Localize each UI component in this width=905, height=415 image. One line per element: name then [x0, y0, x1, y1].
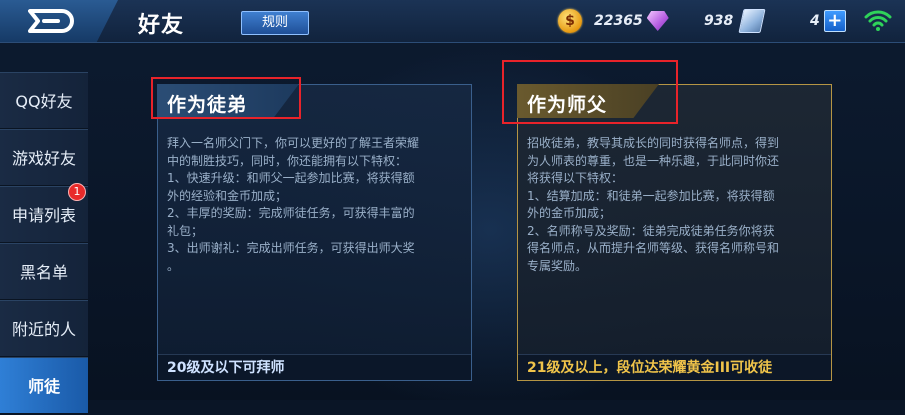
description-line: 为人师表的尊重，也是一种乐趣，于此同时你还 — [527, 153, 780, 168]
diamond-display: 938 — [704, 9, 766, 33]
sidebar-item-game-friends[interactable]: 游戏好友 — [0, 129, 88, 186]
gold-display: $ 22365 — [558, 9, 669, 33]
sidebar-item-label: 师徒 — [27, 377, 60, 396]
card-requirement: 20级及以下可拜师 — [158, 354, 471, 380]
back-button[interactable] — [0, 0, 118, 42]
description-line: 中的制胜技巧，同时，你还能拥有以下特权： — [167, 153, 408, 168]
card-description: 招收徒弟，教导其成长的同时获得名师点，得到 为人师表的尊重，也是一种乐趣，于此同… — [527, 135, 827, 275]
description-line: 1、快速升级：和师父一起参加比赛，将获得额 — [167, 171, 415, 185]
description-line: 得名师点，从而提升名师等级、获得名师称号和 — [527, 241, 780, 255]
sidebar: QQ好友 游戏好友 申请列表 1 黑名单 附近的人 师徒 — [0, 72, 88, 414]
diamond-icon — [646, 11, 669, 31]
diamond-amount: 938 — [704, 13, 734, 29]
description-line: 2、丰厚的奖励：完成师徒任务，可获得丰富的 — [167, 206, 415, 220]
apprentice-card[interactable]: 作为徒弟 拜入一名师父门下，你可以更好的了解王者荣耀 中的制胜技巧，同时，你还能… — [157, 84, 472, 381]
ticket-amount: 4 — [810, 13, 820, 29]
description-line: 外的金币加成； — [527, 206, 612, 220]
page-title: 好友 — [138, 13, 185, 38]
sidebar-item-label: 黑名单 — [19, 263, 68, 282]
description-line: 外的经验和金币加成； — [167, 188, 288, 203]
ticket-icon — [738, 9, 766, 33]
description-line: 2、名师称号及奖励：徒弟完成徒弟任务你将获 — [527, 223, 775, 238]
description-line: 拜入一名师父门下，你可以更好的了解王者荣耀 — [167, 136, 420, 150]
gold-amount: 22365 — [594, 13, 643, 29]
sidebar-item-label: 申请列表 — [11, 206, 76, 225]
description-line: 。 — [167, 258, 180, 273]
card-requirement: 21级及以上，段位达荣耀黄金III可收徒 — [518, 354, 831, 380]
ticket-display: 4 + — [810, 10, 846, 32]
sidebar-item-mentorship[interactable]: 师徒 — [0, 357, 88, 414]
plus-icon[interactable]: + — [823, 10, 846, 32]
description-line: 1、结算加成：和徒弟一起参加比赛，将获得额 — [527, 188, 775, 203]
sidebar-item-label: 附近的人 — [11, 320, 76, 339]
highlight-box-apprentice — [151, 77, 301, 119]
description-line: 招收徒弟，教导其成长的同时获得名师点，得到 — [527, 136, 780, 150]
rules-button[interactable]: 规则 — [241, 11, 309, 35]
sidebar-item-blacklist[interactable]: 黑名单 — [0, 243, 88, 300]
wifi-icon — [864, 10, 892, 31]
sidebar-item-nearby[interactable]: 附近的人 — [0, 300, 88, 357]
description-line: 礼包； — [167, 223, 204, 238]
card-description: 拜入一名师父门下，你可以更好的了解王者荣耀 中的制胜技巧，同时，你还能拥有以下特… — [167, 135, 467, 275]
top-bar: 好友 规则 $ 22365 938 4 + — [0, 0, 905, 43]
description-line: 将获得以下特权： — [527, 171, 624, 185]
master-card[interactable]: 作为师父 招收徒弟，教导其成长的同时获得名师点，得到 为人师表的尊重，也是一种乐… — [517, 84, 832, 381]
description-line: 专属奖励。 — [527, 258, 588, 273]
highlight-box-master — [502, 60, 678, 124]
gold-coin-icon: $ — [558, 9, 582, 33]
sidebar-item-label: QQ好友 — [15, 92, 73, 111]
sidebar-item-requests[interactable]: 申请列表 1 — [0, 183, 88, 243]
sidebar-item-label: 游戏好友 — [11, 149, 76, 168]
description-line: 3、出师谢礼：完成出师任务，可获得出师大奖 — [167, 241, 415, 255]
sidebar-item-qq-friends[interactable]: QQ好友 — [0, 72, 88, 129]
back-icon — [28, 9, 74, 33]
notification-badge: 1 — [68, 183, 86, 201]
